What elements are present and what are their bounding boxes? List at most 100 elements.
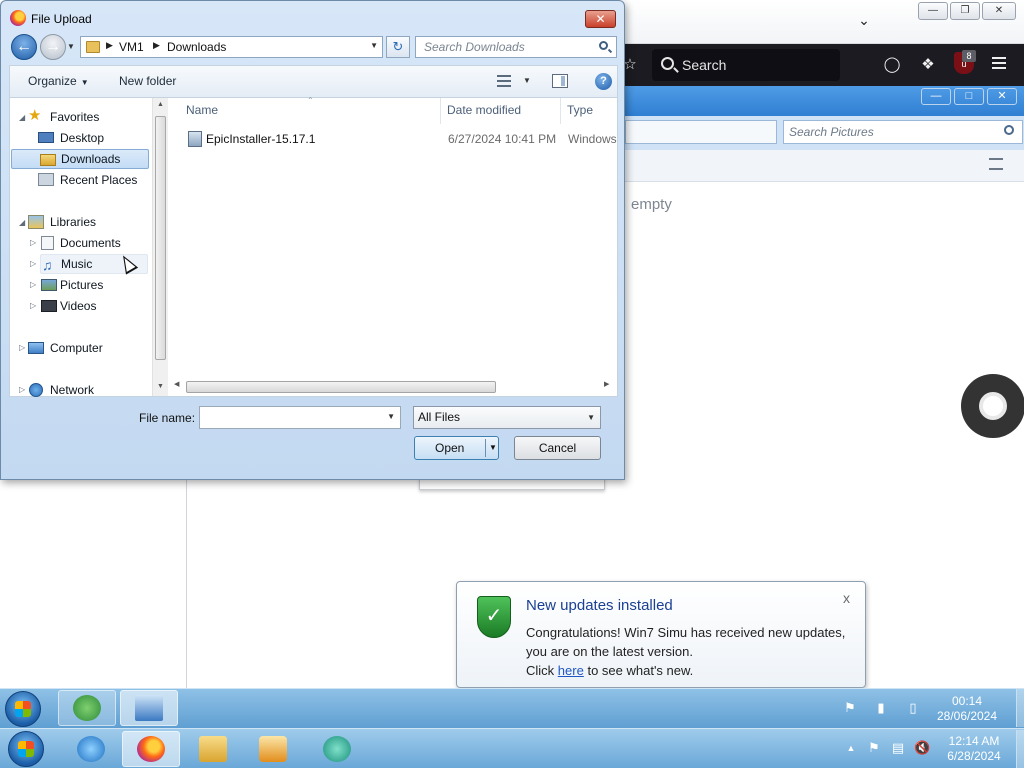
show-desktop-button[interactable] xyxy=(1016,689,1024,727)
clock-lower[interactable]: 12:14 AM 6/28/2024 xyxy=(934,734,1014,764)
refresh-button[interactable]: ↻ xyxy=(386,36,410,58)
internet-explorer-icon xyxy=(77,736,105,762)
scroll-down-icon[interactable]: ▼ xyxy=(157,383,164,390)
forward-button[interactable]: → xyxy=(40,34,66,60)
pictures-minimize-button[interactable]: — xyxy=(921,88,951,105)
pictures-close-button[interactable]: ✕ xyxy=(987,88,1017,105)
host-start-button[interactable] xyxy=(8,731,44,767)
nav-item-videos[interactable]: Videos xyxy=(40,296,148,316)
breadcrumb-separator-icon[interactable]: ▶ xyxy=(153,40,160,51)
expand-arrow-icon[interactable]: ▷ xyxy=(30,296,36,316)
address-bar[interactable]: ▶ VM1 ▶ Downloads ▼ xyxy=(80,36,383,58)
search-icon xyxy=(1004,125,1014,135)
recent-places-icon xyxy=(38,173,54,186)
taskbar-app-explorer[interactable] xyxy=(120,690,178,726)
dialog-close-button[interactable]: ✕ xyxy=(585,10,616,28)
new-folder-button[interactable]: New folder xyxy=(119,74,176,88)
signal-strength-icon[interactable]: ▮ xyxy=(873,700,889,716)
views-dropdown-icon[interactable]: ▼ xyxy=(523,76,531,85)
file-name-dropdown-icon[interactable]: ▼ xyxy=(387,412,395,421)
nav-item-desktop[interactable]: Desktop xyxy=(38,128,148,148)
breadcrumb-downloads[interactable]: Downloads xyxy=(167,40,226,54)
nav-item-pictures[interactable]: Pictures xyxy=(40,275,148,295)
open-button[interactable]: Open ▼ xyxy=(414,436,499,460)
collapse-arrow-icon[interactable]: ◢ xyxy=(19,213,25,233)
file-upload-dialog: File Upload ✕ ← → ▼ ▶ VM1 ▶ Downloads ▼ … xyxy=(0,0,625,480)
volume-muted-icon[interactable]: 🔇 xyxy=(914,740,930,756)
taskbar-file-explorer[interactable] xyxy=(184,731,242,767)
expand-arrow-icon[interactable]: ▷ xyxy=(19,338,25,358)
close-button[interactable]: ✕ xyxy=(982,2,1016,20)
expand-arrow-icon[interactable]: ▷ xyxy=(30,254,36,274)
network-tray-icon[interactable]: ▤ xyxy=(890,740,906,756)
organize-button[interactable]: Organize ▼ xyxy=(28,74,89,88)
search-downloads-input[interactable]: Search Downloads xyxy=(415,36,617,58)
show-hidden-icons-chevron-icon[interactable]: ▲ xyxy=(843,740,859,756)
pictures-maximize-button[interactable]: □ xyxy=(954,88,984,105)
horizontal-scrollbar[interactable]: ◀ ▶ xyxy=(172,380,614,394)
scroll-left-icon[interactable]: ◀ xyxy=(174,380,179,388)
cancel-button[interactable]: Cancel xyxy=(514,436,601,460)
host-show-desktop-button[interactable] xyxy=(1016,730,1024,768)
start-button[interactable] xyxy=(5,691,41,727)
scroll-up-icon[interactable]: ▲ xyxy=(157,101,164,108)
minimize-button[interactable]: — xyxy=(918,2,948,20)
notification-here-link[interactable]: here xyxy=(558,663,584,678)
back-button[interactable]: ← xyxy=(11,34,37,60)
file-name-input[interactable]: ▼ xyxy=(199,406,401,429)
expand-arrow-icon[interactable]: ▷ xyxy=(30,275,36,295)
file-row[interactable]: EpicInstaller-15.17.1 6/27/2024 10:41 PM… xyxy=(186,129,617,149)
nav-item-documents[interactable]: Documents xyxy=(40,233,148,253)
pictures-search-input[interactable]: Search Pictures xyxy=(783,120,1023,144)
split-divider xyxy=(485,439,486,457)
pictures-address-field[interactable] xyxy=(625,120,777,144)
nav-item-computer[interactable]: Computer xyxy=(28,338,148,358)
restore-button[interactable]: ❐ xyxy=(950,2,980,20)
computer-app-icon xyxy=(135,695,163,721)
pocket-icon[interactable]: ◯ xyxy=(882,55,902,75)
nav-item-network[interactable]: Network xyxy=(28,380,148,400)
breadcrumb-separator-icon[interactable]: ▶ xyxy=(106,40,113,51)
view-options-icon[interactable] xyxy=(989,158,1003,170)
change-view-icon[interactable] xyxy=(497,75,511,87)
preview-pane-icon[interactable] xyxy=(552,74,568,88)
column-header-type[interactable]: Type xyxy=(567,103,593,117)
open-options-dropdown-icon[interactable]: ▼ xyxy=(489,437,497,459)
recent-locations-dropdown-icon[interactable]: ▼ xyxy=(67,42,75,51)
battery-icon[interactable]: ▯ xyxy=(905,700,921,716)
hamburger-menu-icon[interactable] xyxy=(992,57,1006,69)
file-type-select[interactable]: All Files ▼ xyxy=(413,406,601,429)
notification-close-button[interactable]: x xyxy=(843,590,850,606)
column-header-date-modified[interactable]: Date modified xyxy=(447,103,521,117)
horizontal-scrollbar-thumb[interactable] xyxy=(186,381,496,393)
clock-upper[interactable]: 00:14 28/06/2024 xyxy=(927,694,1007,724)
chat-app-icon xyxy=(323,736,351,762)
nav-item-favorites[interactable]: ★ Favorites xyxy=(28,107,148,127)
help-icon[interactable]: ? xyxy=(595,73,612,90)
taskbar-app-windows[interactable] xyxy=(58,690,116,726)
scrollbar-thumb[interactable] xyxy=(155,116,166,360)
nav-item-label: Pictures xyxy=(60,278,104,292)
expand-arrow-icon[interactable]: ▷ xyxy=(30,233,36,253)
nav-item-downloads[interactable]: Downloads xyxy=(11,149,149,169)
nav-item-libraries[interactable]: Libraries xyxy=(28,212,148,232)
taskbar-app-teal[interactable] xyxy=(308,731,366,767)
nav-item-recent-places[interactable]: Recent Places xyxy=(38,170,148,190)
taskbar-firefox[interactable] xyxy=(122,731,180,767)
extensions-icon[interactable]: ❖ xyxy=(918,55,938,75)
navigation-scrollbar[interactable]: ▲ ▼ xyxy=(152,98,168,396)
address-dropdown-icon[interactable]: ▼ xyxy=(370,41,378,50)
taskbar-ie[interactable] xyxy=(62,731,120,767)
expand-arrow-icon[interactable]: ▷ xyxy=(19,380,25,400)
column-divider[interactable] xyxy=(440,98,441,124)
collapse-arrow-icon[interactable]: ◢ xyxy=(19,108,25,128)
action-center-flag-icon[interactable]: ⚑ xyxy=(842,700,858,716)
browser-search-field[interactable]: Search xyxy=(652,49,840,81)
breadcrumb-vm1[interactable]: VM1 xyxy=(119,40,144,54)
taskbar-media-player[interactable] xyxy=(244,731,302,767)
scroll-right-icon[interactable]: ▶ xyxy=(604,380,609,388)
list-tabs-chevron-icon[interactable]: ⌄ xyxy=(854,12,874,32)
column-header-name[interactable]: Name xyxy=(186,103,218,117)
column-divider[interactable] xyxy=(560,98,561,124)
action-center-flag-icon[interactable]: ⚑ xyxy=(866,740,882,756)
